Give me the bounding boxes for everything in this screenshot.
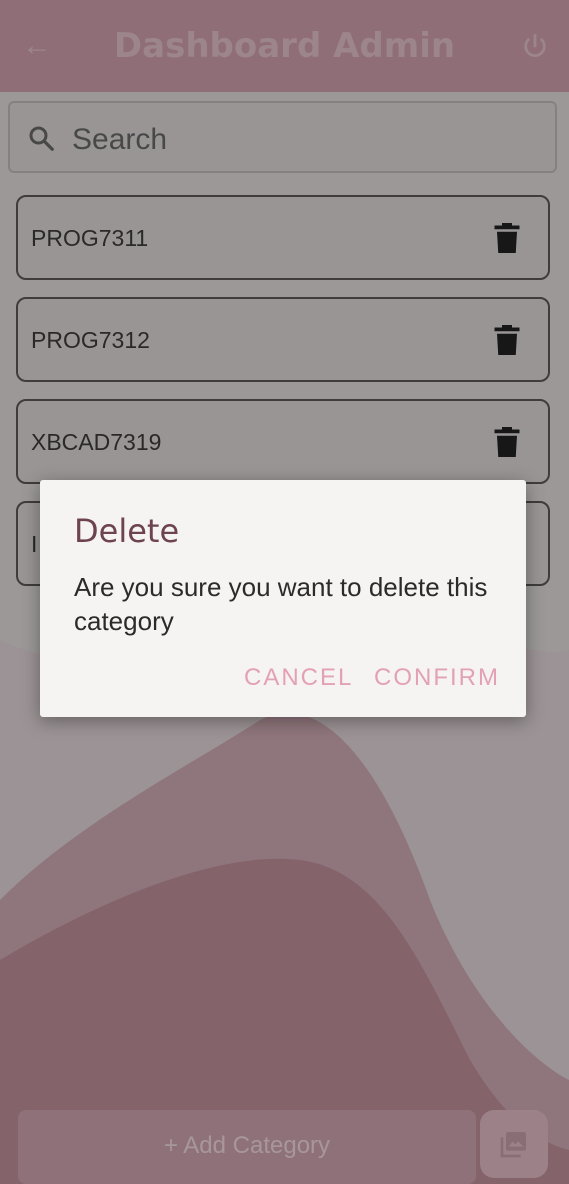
cancel-button[interactable]: CANCEL [244,664,353,692]
dialog-message: Are you sure you want to delete this cat… [74,572,488,636]
dialog-title: Delete [74,512,180,550]
app-screen: ← Dashboard Admin Search PROG7311 PROG73… [0,0,569,1184]
delete-dialog: Delete Are you sure you want to delete t… [40,480,526,717]
confirm-button[interactable]: CONFIRM [374,664,500,692]
